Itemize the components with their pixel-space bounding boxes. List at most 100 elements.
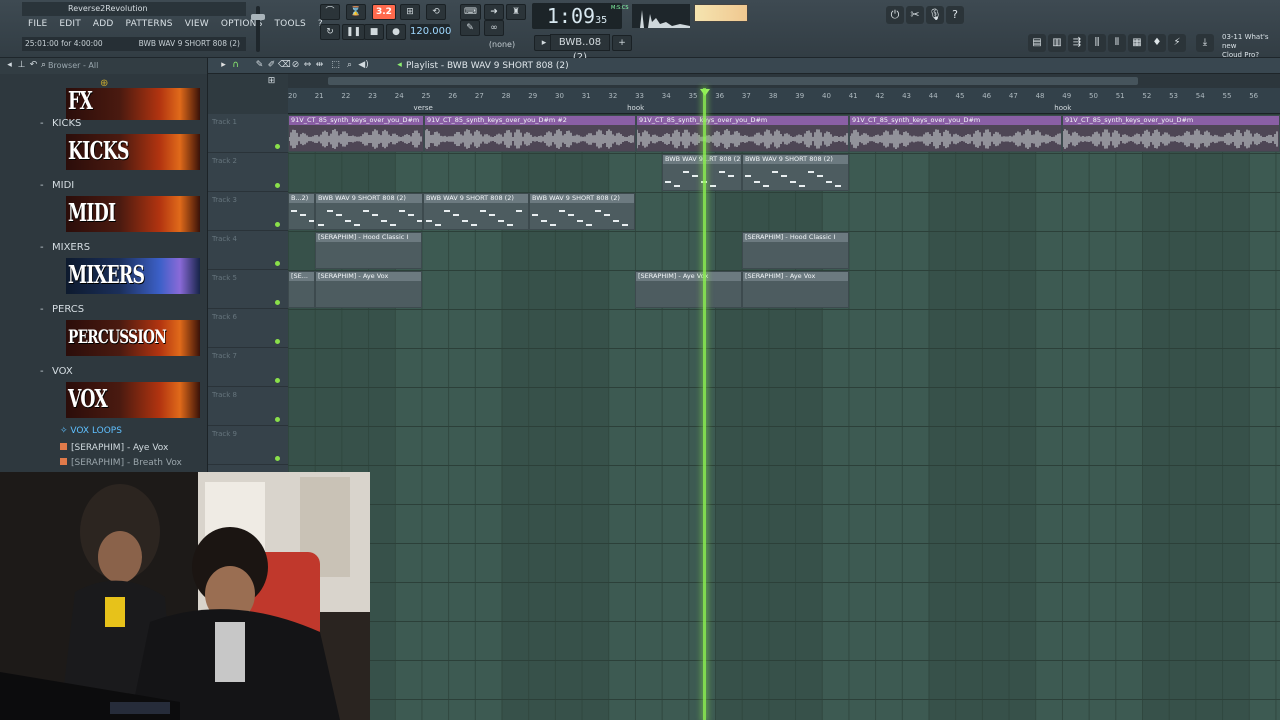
channel-rack-icon[interactable]: ⇶ (1068, 34, 1086, 52)
scroll-thumb[interactable] (328, 77, 1138, 85)
plug-icon[interactable]: ⚡ (1168, 34, 1186, 52)
audio-clip[interactable]: [SERAPHIM] - Aye Vox (315, 271, 422, 308)
master-volume-slider[interactable] (251, 6, 265, 52)
slip-tool-icon[interactable]: ⇔ (302, 60, 313, 71)
audio-clip[interactable]: 91V_CT_85_synth_keys_over_you_D#m (1062, 115, 1280, 152)
loop-record-icon[interactable]: ⟲ (426, 4, 446, 20)
playlist-arrow-icon[interactable]: ◂ (394, 60, 405, 71)
pattern-clip[interactable]: BWB WAV 9 SHORT 808 (2) (315, 193, 423, 230)
collapse-icon[interactable]: - (40, 180, 44, 191)
pencil-icon[interactable]: ✎ (460, 20, 480, 36)
slice-tool-icon[interactable]: ⇹ (314, 60, 325, 71)
time-display[interactable]: 1:0935 (532, 3, 622, 29)
metronome-icon[interactable]: ⌒ (320, 4, 340, 20)
file-item[interactable]: [SERAPHIM] - Breath Vox (60, 458, 182, 468)
playlist-window-icon[interactable]: ▤ (1028, 34, 1046, 52)
collapse-icon[interactable]: - (40, 118, 44, 129)
track-header[interactable]: Track 5 (208, 270, 288, 309)
track-active-led[interactable] (275, 183, 280, 188)
record-button[interactable]: ● (386, 24, 406, 40)
playlist-grid[interactable]: 91V_CT_85_synth_keys_over_you_D#m 91V_CT… (288, 114, 1280, 720)
timeline-ruler[interactable]: 20 21 22 23 24 25 26 27 28 29 30 31 32 33 34 35 36 37 38 39… (288, 88, 1280, 114)
audio-clip[interactable]: [SERAPHIM] - Hood Classic I (315, 232, 422, 269)
track-header[interactable]: Track 1 (208, 114, 288, 153)
folder-vox-loops[interactable]: ✧ VOX LOOPS (60, 426, 122, 436)
typing-keyboard-icon[interactable]: ⌨ (460, 4, 481, 20)
menu-add[interactable]: ADD (87, 17, 120, 33)
tempo-display[interactable]: 120.000 (410, 24, 451, 40)
track-header[interactable]: Track 8 (208, 387, 288, 426)
song-marker[interactable]: hook (627, 104, 644, 112)
files-icon[interactable]: ▦ (1128, 34, 1146, 52)
pat-song-toggle[interactable]: 3.2 (372, 4, 396, 20)
piano-roll-icon[interactable]: ▥ (1048, 34, 1066, 52)
audio-clip[interactable]: [SERAPHIM] - Aye Vox (742, 271, 849, 308)
collapse-icon[interactable]: - (40, 304, 44, 315)
delete-tool-icon[interactable]: ⌫ (278, 60, 291, 71)
wait-icon[interactable]: ⌛ (346, 4, 366, 20)
pattern-clip[interactable]: BWB WAV 9...RT 808 (2) (662, 154, 742, 191)
audio-clip[interactable]: 91V_CT_85_synth_keys_over_you_D#m (849, 115, 1062, 152)
track-active-led[interactable] (275, 144, 280, 149)
track-active-led[interactable] (275, 378, 280, 383)
search-icon[interactable]: ⌕ (38, 60, 49, 71)
plugin-icon[interactable]: ♦ (1148, 34, 1166, 52)
track-active-led[interactable] (275, 339, 280, 344)
track-header[interactable]: Track 6 (208, 309, 288, 348)
collapse-icon[interactable]: - (40, 242, 44, 253)
arrow-right-icon[interactable]: ➜ (484, 4, 504, 20)
snap-select[interactable]: (none) (480, 38, 524, 52)
track-active-led[interactable] (275, 456, 280, 461)
pattern-clip[interactable]: BWB WAV 9 SHORT 808 (2) (742, 154, 849, 191)
pattern-clip[interactable]: BWB WAV 9 SHORT 808 (2) (529, 193, 635, 230)
collapse-icon[interactable]: - (40, 366, 44, 377)
arrow-left-icon[interactable]: ◂ (4, 60, 15, 71)
audio-clip[interactable]: 91V_CT_85_synth_keys_over_you_D#m #2 (424, 115, 636, 152)
horizontal-scrollbar[interactable] (288, 74, 1280, 88)
audio-clip[interactable]: 91V_CT_85_synth_keys_over_you_D#m (288, 115, 424, 152)
track-header[interactable]: Track 9 (208, 426, 288, 465)
eq-icon[interactable]: ⫴ (1108, 34, 1126, 52)
microphone-icon[interactable]: 🎙 (926, 6, 944, 24)
audio-clip[interactable]: 91V_CT_85_synth_keys_over_you_D#m (636, 115, 849, 152)
audio-clip[interactable]: [SERAPHIM] - Aye Vox (635, 271, 742, 308)
menu-view[interactable]: VIEW (179, 17, 215, 33)
loop-icon[interactable]: ↻ (320, 24, 340, 40)
audio-clip[interactable]: [SE... (288, 271, 315, 308)
download-icon[interactable]: ⤓ (1196, 34, 1214, 52)
news-panel[interactable]: 03-11 What's new Cloud Pro? (1222, 33, 1280, 60)
power-icon[interactable]: ⏻ (886, 6, 904, 24)
link-icon[interactable]: ∞ (484, 20, 504, 36)
track-header[interactable]: Track 4 (208, 231, 288, 270)
select-tool-icon[interactable]: ⬚ (330, 60, 341, 71)
pattern-add-icon[interactable]: + (612, 35, 632, 51)
pencil-tool-icon[interactable]: ✎ (254, 60, 265, 71)
track-header[interactable]: Track 3 (208, 192, 288, 231)
paint-tool-icon[interactable]: ✐ (266, 60, 277, 71)
song-marker[interactable]: hook (1054, 104, 1071, 112)
file-item[interactable]: [SERAPHIM] - Aye Vox (60, 443, 168, 453)
mixer-icon[interactable]: ⫼ (1088, 34, 1106, 52)
help-icon[interactable]: ? (946, 6, 964, 24)
track-active-led[interactable] (275, 222, 280, 227)
song-marker[interactable]: verse (414, 104, 433, 112)
menu-patterns[interactable]: PATTERNS (120, 17, 179, 33)
menu-edit[interactable]: EDIT (53, 17, 87, 33)
scissors-icon[interactable]: ✂ (906, 6, 924, 24)
pattern-selector[interactable]: BWB..08 (2) (550, 34, 610, 63)
playback-tool-icon[interactable]: ◀) (358, 60, 369, 71)
menu-file[interactable]: FILE (22, 17, 53, 33)
pattern-clip[interactable]: B...2) (288, 193, 315, 230)
magnet-icon[interactable]: ∩ (230, 60, 241, 71)
track-settings-icon[interactable]: ⊞ (266, 76, 277, 87)
track-active-led[interactable] (275, 417, 280, 422)
track-header[interactable]: Track 7 (208, 348, 288, 387)
track-active-led[interactable] (275, 300, 280, 305)
step-edit-icon[interactable]: ⊞ (400, 4, 420, 20)
audio-clip[interactable]: [SERAPHIM] - Hood Classic I (742, 232, 849, 269)
pin-icon[interactable]: ⊥ (16, 60, 27, 71)
track-header[interactable]: Track 2 (208, 153, 288, 192)
menu-tools[interactable]: TOOLS (268, 17, 311, 33)
playlist-menu-icon[interactable]: ▸ (218, 60, 229, 71)
zoom-tool-icon[interactable]: ⌕ (344, 60, 355, 71)
